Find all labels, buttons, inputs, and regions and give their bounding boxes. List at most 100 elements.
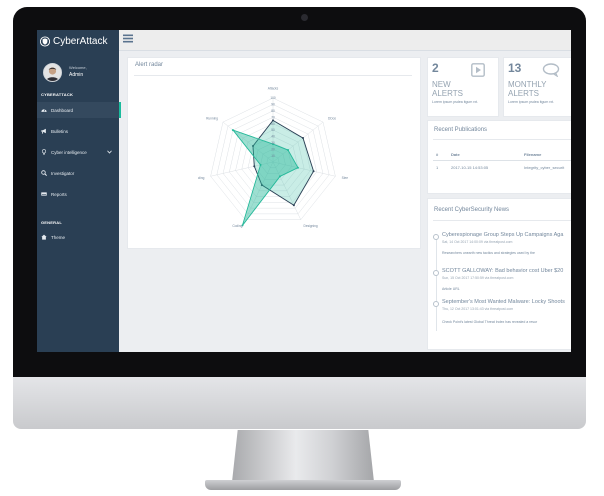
radar-axis-label: Cycling bbox=[198, 176, 205, 180]
radar-panel: Alert radar 100 90 80 70 60 50 40 30 20 10 Attacks… bbox=[127, 57, 421, 249]
radar-axis-label: DDos bbox=[328, 117, 336, 121]
news-item-body: Check Point's latest Global Threat Index… bbox=[442, 320, 538, 324]
home-icon bbox=[41, 234, 47, 240]
camera-icon bbox=[301, 14, 308, 21]
radar-point[interactable] bbox=[312, 170, 315, 173]
dashboard-icon bbox=[41, 109, 47, 112]
sidebar-item-label: Dashboard bbox=[51, 107, 74, 113]
radar-axis-label: Running bbox=[206, 117, 218, 121]
radar-tick-label: 20 bbox=[271, 147, 275, 151]
sidebar-item-theme[interactable]: Theme bbox=[37, 229, 119, 245]
table-divider bbox=[433, 160, 571, 161]
panel-divider bbox=[433, 139, 571, 140]
sidebar-item-investigator[interactable]: Investigator bbox=[37, 165, 119, 181]
section-general: GENERAL bbox=[41, 220, 62, 225]
radar-axis-label: Designing bbox=[304, 224, 318, 228]
brand-name: CyberAttack bbox=[53, 35, 108, 47]
news-item-title[interactable]: SCOTT GALLOWAY: Bad behavior cost Uber $… bbox=[442, 268, 563, 274]
news-item-meta: Sun, 15 Oct 2017 17:50:59 via threatpost… bbox=[442, 276, 514, 280]
user-name: Admin bbox=[69, 72, 84, 78]
monthly-alerts-tile[interactable]: 13 MONTHLY ALERTS Lorem ipsum psdea itgu… bbox=[503, 57, 571, 117]
col-header-index: # bbox=[436, 152, 439, 157]
menu-toggle-icon[interactable] bbox=[123, 34, 133, 43]
monthly-alerts-count: 13 bbox=[508, 61, 522, 75]
sidebar-item-label: Investigator bbox=[51, 170, 75, 176]
news-item-title[interactable]: Cyberespionage Group Steps Up Campaigns … bbox=[442, 232, 563, 238]
monthly-alerts-sub: Lorem ipsum psdea itgum rxt. bbox=[508, 100, 555, 104]
news-panel: Recent CyberSecurity News Cyberespionage… bbox=[427, 198, 571, 350]
radar-tick-label: 30 bbox=[271, 141, 275, 145]
radar-tick-label: 50 bbox=[271, 128, 275, 132]
new-alerts-count: 2 bbox=[432, 61, 439, 75]
new-alerts-label-1: NEW bbox=[432, 80, 451, 89]
cell-filename[interactable]: Integrity_cyber_securit bbox=[524, 165, 564, 170]
col-header-date: Date bbox=[451, 152, 460, 157]
radar-tick-label: 100 bbox=[270, 96, 276, 100]
panel-divider bbox=[433, 220, 571, 221]
news-item-body: Article URL bbox=[442, 287, 460, 291]
radar-tick-label: 70 bbox=[271, 115, 275, 119]
new-alerts-sub: Lorem ipsum psdea itgum rxt. bbox=[432, 100, 479, 104]
radar-axis-label: Attacks bbox=[268, 87, 279, 91]
publications-panel: Recent Publications # Date Filename 1 20… bbox=[427, 120, 571, 194]
sidebar-item-label: Bulletins bbox=[51, 128, 69, 134]
table-row[interactable]: 1 2017-10-15 14:53:05 Integrity_cyber_se… bbox=[433, 162, 571, 174]
top-navbar bbox=[119, 30, 571, 51]
monitor-stand-neck bbox=[232, 430, 374, 482]
cell-date: 2017-10-15 14:53:05 bbox=[451, 165, 489, 170]
lightbulb-icon bbox=[41, 149, 47, 155]
col-header-filename: Filename bbox=[524, 152, 542, 157]
timeline-dot bbox=[433, 301, 439, 307]
publications-title: Recent Publications bbox=[434, 127, 488, 133]
sidebar: CyberAttack Welcome, Admin CYBERATTACK D… bbox=[37, 30, 121, 352]
radar-point[interactable] bbox=[292, 204, 295, 207]
play-icon bbox=[471, 63, 485, 77]
timeline-dot bbox=[433, 270, 439, 276]
news-item-body: Researchers unearth new tactics and stra… bbox=[442, 251, 535, 255]
radar-axis-label: Sleeping bbox=[342, 176, 348, 180]
radar-point[interactable] bbox=[278, 175, 281, 178]
chevron-down-icon[interactable] bbox=[107, 150, 112, 154]
radar-axis-label: Coding bbox=[232, 224, 242, 228]
new-alerts-tile[interactable]: 2 NEW ALERTS Lorem ipsum psdea itgum rxt… bbox=[427, 57, 499, 117]
app-screen: CyberAttack Welcome, Admin CYBERATTACK D… bbox=[37, 30, 571, 352]
radar-point[interactable] bbox=[259, 163, 262, 166]
radar-tick-label: 80 bbox=[271, 109, 275, 113]
radar-tick-label: 40 bbox=[271, 135, 275, 139]
brand[interactable]: CyberAttack bbox=[40, 33, 118, 49]
section-cyberattack: CYBERATTACK bbox=[41, 92, 74, 97]
timeline-line bbox=[436, 239, 437, 331]
radar-point[interactable] bbox=[287, 149, 290, 152]
radar-tick-label: 10 bbox=[271, 154, 275, 158]
shield-icon bbox=[40, 35, 50, 47]
sidebar-item-cyber-intelligence[interactable]: Cyber intelligence bbox=[37, 144, 119, 160]
panel-divider bbox=[134, 75, 412, 76]
sidebar-item-label: Cyber intelligence bbox=[51, 149, 87, 155]
timeline-dot bbox=[433, 234, 439, 240]
monitor-stand-base bbox=[205, 480, 401, 490]
sidebar-item-label: Reports bbox=[51, 191, 67, 197]
news-item-title[interactable]: September's Most Wanted Malware: Locky S… bbox=[442, 299, 565, 305]
news-item-meta: Sat, 14 Oct 2017 14:00:09 via threatpost… bbox=[442, 240, 513, 244]
radar-tick-label: 60 bbox=[271, 122, 275, 126]
radar-point[interactable] bbox=[231, 129, 234, 132]
monitor-chin bbox=[13, 377, 586, 429]
welcome-text: Welcome, bbox=[69, 65, 87, 70]
search-icon bbox=[41, 170, 47, 176]
radar-point[interactable] bbox=[296, 166, 299, 169]
sidebar-item-reports[interactable]: Reports bbox=[37, 186, 119, 202]
sidebar-item-label: Theme bbox=[51, 234, 66, 240]
avatar[interactable] bbox=[43, 63, 62, 82]
new-alerts-label-2: ALERTS bbox=[432, 89, 463, 98]
bullhorn-icon bbox=[41, 128, 46, 134]
sidebar-item-dashboard[interactable]: Dashboard bbox=[37, 102, 121, 118]
radar-point[interactable] bbox=[253, 165, 256, 168]
radar-chart: 100 90 80 70 60 50 40 30 20 10 Attacks DDos Sleeping… bbox=[198, 87, 348, 228]
news-item-meta: Thu, 12 Oct 2017 13:01:43 via threatpost… bbox=[442, 307, 514, 311]
monthly-alerts-label-2: ALERTS bbox=[508, 89, 539, 98]
radar-title: Alert radar bbox=[135, 62, 164, 68]
news-title: Recent CyberSecurity News bbox=[434, 207, 510, 213]
radar-tick-label: 90 bbox=[271, 103, 275, 107]
radar-point[interactable] bbox=[302, 137, 305, 140]
sidebar-item-bulletins[interactable]: Bulletins bbox=[37, 123, 119, 139]
